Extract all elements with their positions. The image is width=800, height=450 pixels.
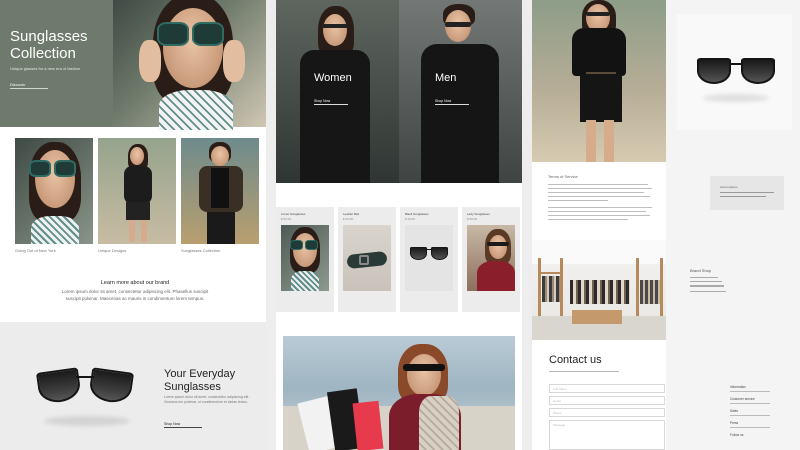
cta-underline (164, 427, 202, 428)
product-price: $ 59.00 (467, 217, 478, 221)
contact-subtitle-line (549, 371, 619, 373)
shop-now-link[interactable]: Shop Now (164, 422, 180, 426)
product-image-sunglasses (677, 14, 792, 130)
product-card[interactable]: Black Sunglasses $ 44.00 (400, 207, 458, 312)
hero-subtitle: Unique glasses for a new era of fashion (10, 66, 81, 71)
store-interior-photo (532, 240, 666, 340)
women-label: Women (314, 72, 352, 84)
phone-field[interactable]: Phone (549, 408, 665, 417)
lifestyle-photo-banner (283, 336, 515, 450)
side-note-box: Lorem ipsum (710, 176, 784, 210)
product-image (281, 225, 329, 291)
info-heading[interactable]: Sales (730, 409, 790, 413)
men-shop-link[interactable]: Shop Now (435, 99, 451, 103)
info-heading[interactable]: Follow us (730, 433, 790, 437)
terms-of-service-section: Terms of Service (532, 162, 666, 240)
men-category-card[interactable]: Men Shop Now (399, 0, 522, 183)
contact-title: Contact us (549, 354, 602, 366)
cta-underline (314, 104, 348, 105)
gallery-caption: Sunglasses Collection (181, 248, 221, 253)
info-heading[interactable]: Press (730, 421, 790, 425)
discover-link[interactable]: Discover (10, 82, 26, 87)
gallery-item[interactable]: Unique Designs (98, 138, 176, 253)
product-name: Black Sunglasses (405, 212, 429, 216)
product-grid: Linnet Sunglasses $ 52.00 Leather Belt $… (276, 207, 522, 312)
everyday-title: Your Everyday Sunglasses (164, 368, 236, 393)
product-image (405, 225, 453, 291)
about-heading: Learn more about our brand (100, 280, 170, 286)
email-field[interactable]: Email (549, 396, 665, 405)
about-body: Lorem ipsum dolor sit amet, consectetur … (61, 289, 209, 301)
hero-text-block: Sunglasses Collection Unique glasses for … (0, 0, 113, 127)
gallery-caption: Going Out of New York (15, 248, 56, 253)
everyday-sunglasses-section: Your Everyday Sunglasses Lorem ipsum dolo… (0, 322, 266, 450)
women-shop-link[interactable]: Shop Now (314, 99, 330, 103)
info-links-column: Information Customer service Sales Press… (730, 380, 790, 437)
hero-title: Sunglasses Collection (10, 28, 88, 62)
gallery-item[interactable]: Sunglasses Collection (181, 138, 259, 253)
product-image (343, 225, 391, 291)
product-image (467, 225, 515, 291)
men-label: Men (435, 72, 457, 84)
info-heading[interactable]: Customer service (730, 397, 790, 401)
terms-title: Terms of Service (548, 174, 578, 179)
product-price: $ 52.00 (281, 217, 292, 221)
page-preview-info: Terms of Service Lorem ipsum Brand Shop … (532, 0, 800, 450)
about-brand-section: Learn more about our brand Lorem ipsum d… (60, 280, 210, 302)
product-card[interactable]: Lady Sunglasses $ 59.00 (462, 207, 520, 312)
page-preview-shop: Women Shop Now Men Shop Now Linnet Sungl… (276, 0, 522, 450)
product-card[interactable]: Linnet Sunglasses $ 52.00 (276, 207, 334, 312)
product-price: $ 25.00 (343, 217, 354, 221)
brand-shop-title: Brand Shop (690, 268, 712, 273)
hero-photo-woman-glasses (113, 0, 266, 130)
gallery-item[interactable]: Going Out of New York (15, 138, 93, 253)
product-name: Linnet Sunglasses (281, 212, 306, 216)
cta-underline (435, 104, 469, 105)
message-field[interactable]: Message (549, 420, 665, 450)
template-preview-collage: Sunglasses Collection Unique glasses for … (0, 0, 800, 450)
gallery-caption: Unique Designs (98, 248, 127, 253)
model-photo (532, 0, 666, 162)
side-note-title: Lorem ipsum (720, 185, 738, 189)
product-card[interactable]: Leather Belt $ 25.00 (338, 207, 396, 312)
women-category-card[interactable]: Women Shop Now (276, 0, 399, 183)
photo-gallery: Going Out of New York Unique Designs Sun… (15, 138, 260, 253)
product-name: Leather Belt (343, 212, 360, 216)
hero-banner: Sunglasses Collection Unique glasses for … (0, 0, 266, 130)
cta-underline (10, 88, 48, 89)
sunglasses-product-image (35, 367, 135, 430)
contact-form-section: Contact us Full Name Email Phone Message (532, 340, 666, 450)
product-name: Lady Sunglasses (467, 212, 490, 216)
info-heading[interactable]: Information (730, 385, 790, 389)
page-preview-home: Sunglasses Collection Unique glasses for … (0, 0, 266, 450)
category-banner: Women Shop Now Men Shop Now (276, 0, 522, 183)
full-name-field[interactable]: Full Name (549, 384, 665, 393)
everyday-body: Lorem ipsum dolor sit amet, consectetur … (164, 395, 250, 404)
product-price: $ 44.00 (405, 217, 416, 221)
brand-shop-address: Brand Shop (690, 268, 770, 295)
